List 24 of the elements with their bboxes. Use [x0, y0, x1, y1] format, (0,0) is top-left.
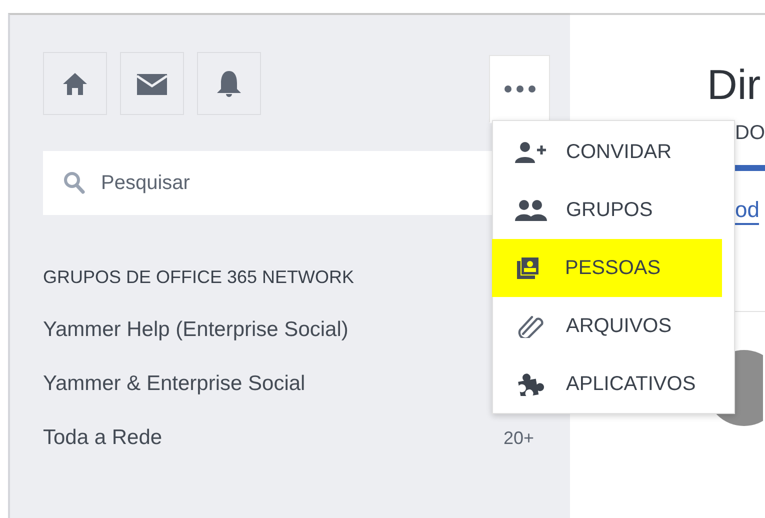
group-link[interactable]: Yammer Help (Enterprise Social) [43, 318, 348, 342]
page-title: Dir [707, 61, 762, 109]
menu-item[interactable]: APLICATIVOS [493, 355, 734, 413]
notifications-button[interactable] [197, 52, 261, 115]
bell-icon [215, 68, 243, 98]
envelope-icon [136, 72, 168, 96]
menu-item[interactable]: PESSOAS [492, 239, 722, 297]
messages-button[interactable] [120, 52, 184, 115]
puzzle-icon [515, 372, 547, 396]
section-heading: GRUPOS DE OFFICE 365 NETWORK [43, 267, 354, 288]
more-icon [504, 85, 536, 93]
menu-item[interactable]: CONVIDAR [493, 123, 734, 181]
more-button[interactable] [489, 55, 550, 123]
group-link[interactable]: Yammer & Enterprise Social [43, 372, 306, 396]
home-button[interactable] [43, 52, 107, 115]
people-icon [515, 199, 547, 221]
group-link[interactable]: Toda a Rede [43, 426, 162, 450]
menu-item[interactable]: GRUPOS [493, 181, 734, 239]
search-field[interactable]: Pesquisar [99, 170, 483, 196]
home-icon [62, 72, 88, 96]
menu-item[interactable]: ARQUIVOS [493, 297, 734, 355]
unread-count: 20+ [503, 428, 534, 449]
add-person-icon [515, 141, 547, 163]
search-icon [63, 171, 85, 195]
